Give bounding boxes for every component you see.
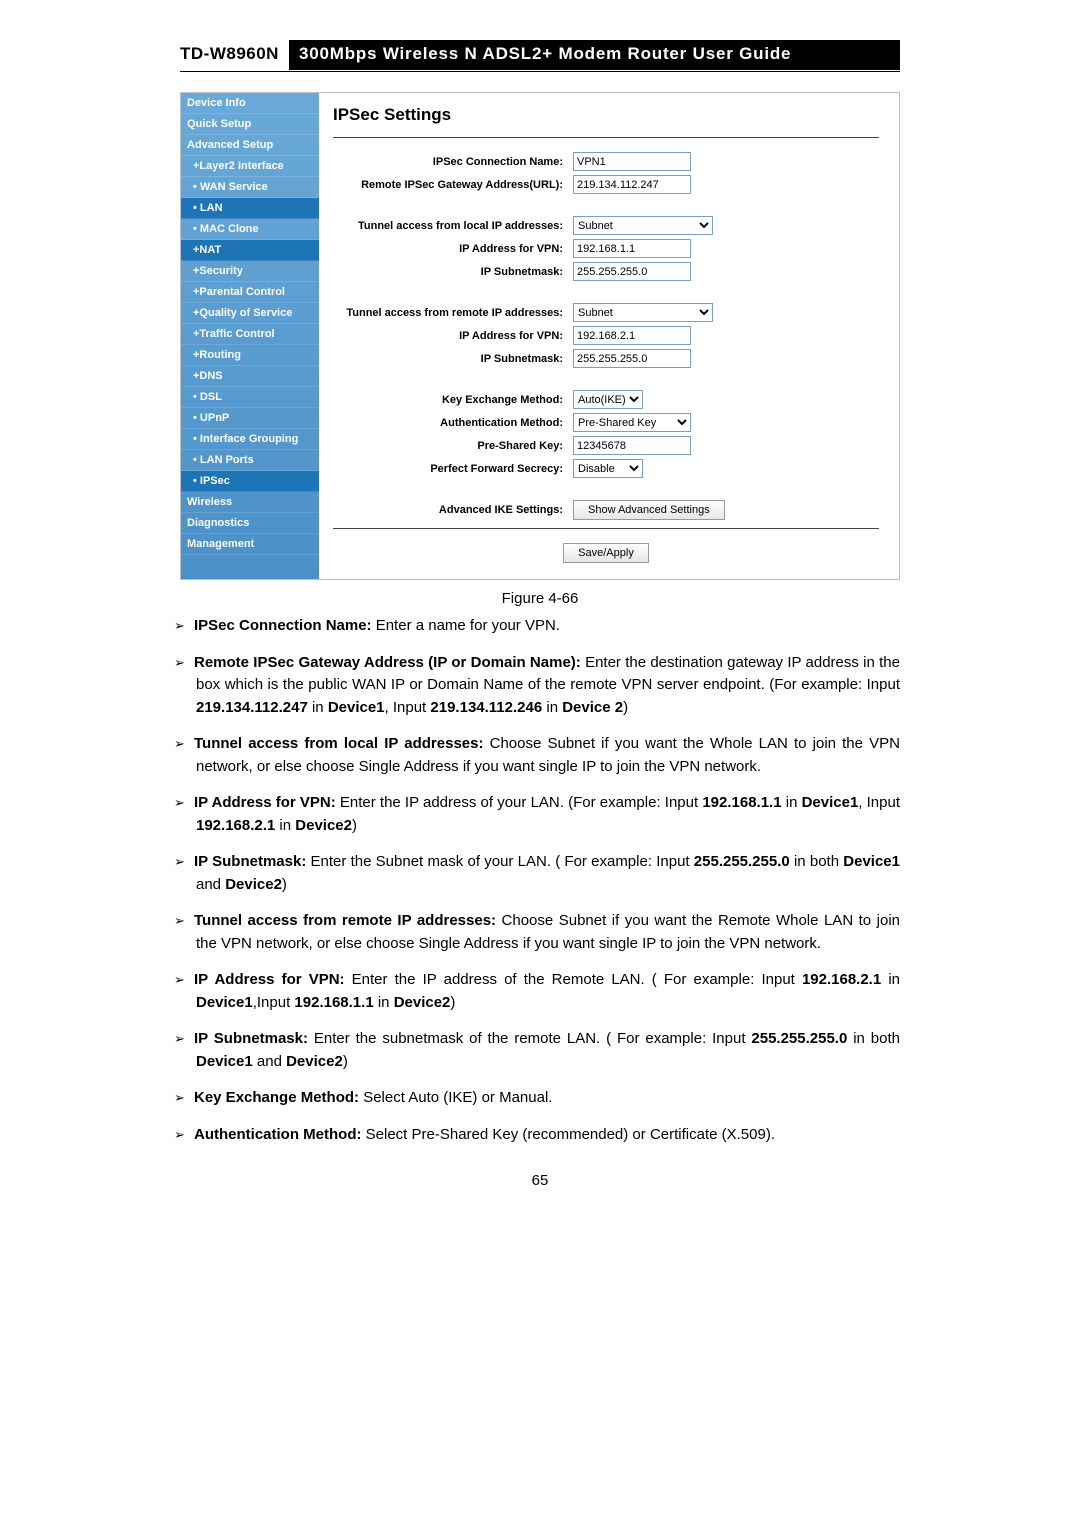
sidebar-item[interactable]: +Traffic Control: [181, 324, 319, 345]
sidebar-item[interactable]: +Quality of Service: [181, 303, 319, 324]
note-item: IP Address for VPN: Enter the IP address…: [196, 969, 900, 1014]
sidebar-item[interactable]: Diagnostics: [181, 513, 319, 534]
divider: [333, 528, 879, 529]
text-input[interactable]: [573, 436, 691, 455]
sidebar-item[interactable]: • DSL: [181, 387, 319, 408]
field-label: Remote IPSec Gateway Address(URL):: [333, 179, 573, 191]
guide-title: 300Mbps Wireless N ADSL2+ Modem Router U…: [289, 40, 900, 70]
note-item: Remote IPSec Gateway Address (IP or Doma…: [196, 652, 900, 720]
field-label: Authentication Method:: [333, 417, 573, 429]
figure-caption: Figure 4-66: [180, 590, 900, 607]
note-item: Tunnel access from local IP addresses: C…: [196, 733, 900, 778]
field-label: Pre-Shared Key:: [333, 440, 573, 452]
select-input[interactable]: Subnet: [573, 303, 713, 322]
note-item: IP Subnetmask: Enter the Subnet mask of …: [196, 851, 900, 896]
text-input[interactable]: [573, 326, 691, 345]
sidebar-item[interactable]: +Security: [181, 261, 319, 282]
field-label: Key Exchange Method:: [333, 394, 573, 406]
sidebar-item[interactable]: • WAN Service: [181, 177, 319, 198]
notes-list: IPSec Connection Name: Enter a name for …: [180, 615, 900, 1146]
field-label: IP Subnetmask:: [333, 353, 573, 365]
note-item: Key Exchange Method: Select Auto (IKE) o…: [196, 1087, 900, 1110]
show-advanced-button[interactable]: Show Advanced Settings: [573, 500, 725, 520]
sidebar-item[interactable]: Device Info: [181, 93, 319, 114]
panel-heading: IPSec Settings: [333, 105, 879, 125]
text-input[interactable]: [573, 239, 691, 258]
select-input[interactable]: Pre-Shared Key: [573, 413, 691, 432]
field-label: IPSec Connection Name:: [333, 156, 573, 168]
field-label: IP Subnetmask:: [333, 266, 573, 278]
page-number: 65: [180, 1172, 900, 1189]
sidebar-item[interactable]: +Layer2 Interface: [181, 156, 319, 177]
sidebar-item[interactable]: • IPSec: [181, 471, 319, 492]
model-label: TD-W8960N: [180, 40, 289, 70]
text-input[interactable]: [573, 175, 691, 194]
field-label: Advanced IKE Settings:: [333, 504, 573, 516]
text-input[interactable]: [573, 262, 691, 281]
field-label: Tunnel access from local IP addresses:: [333, 220, 573, 232]
sidebar-item[interactable]: Wireless: [181, 492, 319, 513]
content-area: IPSec Settings IPSec Connection Name: Rem…: [319, 93, 899, 579]
select-input[interactable]: Disable: [573, 459, 643, 478]
page-header: TD-W8960N 300Mbps Wireless N ADSL2+ Mode…: [180, 40, 900, 72]
sidebar-item[interactable]: • LAN: [181, 198, 319, 219]
text-input[interactable]: [573, 152, 691, 171]
text-input[interactable]: [573, 349, 691, 368]
sidebar-item[interactable]: • UPnP: [181, 408, 319, 429]
sidebar-item[interactable]: • Interface Grouping: [181, 429, 319, 450]
select-input[interactable]: Auto(IKE): [573, 390, 643, 409]
sidebar-item[interactable]: Quick Setup: [181, 114, 319, 135]
note-item: IPSec Connection Name: Enter a name for …: [196, 615, 900, 638]
save-apply-button[interactable]: Save/Apply: [563, 543, 649, 563]
field-label: IP Address for VPN:: [333, 330, 573, 342]
sidebar: Device InfoQuick SetupAdvanced Setup+Lay…: [181, 93, 319, 579]
sidebar-item[interactable]: +NAT: [181, 240, 319, 261]
sidebar-item[interactable]: • LAN Ports: [181, 450, 319, 471]
screenshot-panel: Device InfoQuick SetupAdvanced Setup+Lay…: [180, 92, 900, 580]
sidebar-item[interactable]: +DNS: [181, 366, 319, 387]
divider: [333, 137, 879, 138]
sidebar-item[interactable]: • MAC Clone: [181, 219, 319, 240]
select-input[interactable]: Subnet: [573, 216, 713, 235]
field-label: IP Address for VPN:: [333, 243, 573, 255]
sidebar-item[interactable]: Management: [181, 534, 319, 555]
sidebar-item[interactable]: +Routing: [181, 345, 319, 366]
note-item: IP Subnetmask: Enter the subnetmask of t…: [196, 1028, 900, 1073]
note-item: IP Address for VPN: Enter the IP address…: [196, 792, 900, 837]
note-item: Authentication Method: Select Pre-Shared…: [196, 1124, 900, 1147]
sidebar-item[interactable]: Advanced Setup: [181, 135, 319, 156]
field-label: Perfect Forward Secrecy:: [333, 463, 573, 475]
note-item: Tunnel access from remote IP addresses: …: [196, 910, 900, 955]
field-label: Tunnel access from remote IP addresses:: [333, 307, 573, 319]
sidebar-item[interactable]: +Parental Control: [181, 282, 319, 303]
